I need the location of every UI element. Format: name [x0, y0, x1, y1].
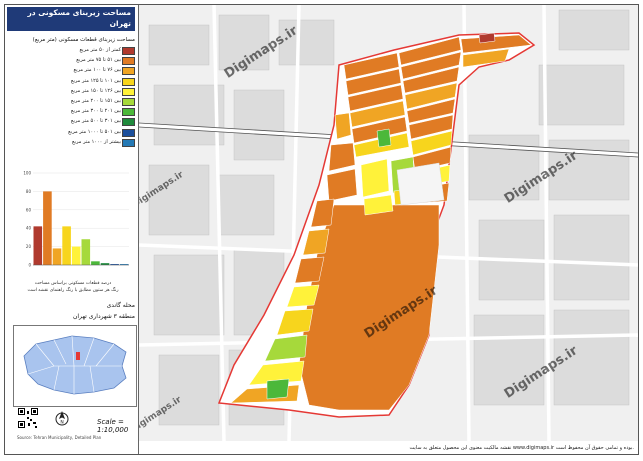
- neighborhood-label: محله گاندی: [106, 302, 135, 309]
- legend-item: بین ۷۶ تا ۱۰۰ متر مربع: [9, 65, 137, 76]
- legend-label: بین ۳۰۱ تا ۵۰۰ متر مربع: [70, 118, 121, 125]
- legend-label: بیشتر از ۱۰۰۰ متر مربع: [72, 138, 121, 145]
- histogram-bar: [52, 248, 62, 265]
- legend-item: بین ۲۰۱ تا ۳۰۰ متر مربع: [9, 106, 137, 117]
- y-tick-label: 0: [28, 263, 31, 268]
- north-arrow-icon: N: [55, 411, 69, 426]
- legend-label: بین ۱۰۱ تا ۱۲۵ متر مربع: [70, 77, 121, 84]
- histogram-bar: [71, 246, 81, 265]
- qr-code-icon: [17, 407, 39, 429]
- legend-swatch: [122, 57, 135, 66]
- legend-item: بین ۵۰۱ تا ۱۰۰۰ متر مربع: [9, 127, 137, 137]
- legend-swatch: [122, 77, 135, 86]
- locator-map-svg: [14, 326, 136, 406]
- y-tick-label: 20: [26, 244, 32, 249]
- legend-sidebar: مساحت زیربنای مسکونی در تهران براساس داد…: [5, 5, 139, 454]
- map-view[interactable]: Digimaps.ir Digimaps.ir Digimaps.ir Digi…: [139, 5, 638, 441]
- histogram-bar: [33, 226, 43, 265]
- study-area-marker: [76, 352, 80, 360]
- chart-caption-line1: درصد قطعات مسکونی براساس مساحت: [34, 281, 112, 286]
- legend-swatch: [122, 108, 135, 117]
- legend-swatch: [122, 87, 135, 96]
- svg-text:N: N: [60, 420, 63, 426]
- histogram-bar: [91, 261, 100, 265]
- legend-item: بین ۳۰۱ تا ۵۰۰ متر مربع: [9, 116, 137, 127]
- copyright-footer: نقشه مالکیت معنوی این محصول متعلق به سای…: [409, 445, 635, 451]
- y-tick-label: 60: [26, 207, 32, 212]
- legend-item: بیشتر از ۱۰۰۰ متر مربع: [9, 137, 137, 147]
- legend-item: کمتر از ۵۰ متر مربع: [9, 45, 137, 55]
- map-title: مساحت زیربنای مسکونی در تهران: [27, 8, 131, 28]
- scale-label: Scale = 1:10,000: [97, 418, 129, 434]
- legend-label: بین ۷۶ تا ۱۰۰ متر مربع: [73, 67, 121, 74]
- chart-caption: درصد قطعات مسکونی براساس مساحت رنگ هر ست…: [11, 280, 135, 294]
- legend-label: کمتر از ۵۰ متر مربع: [79, 47, 121, 53]
- legend-label: بین ۱۲۶ تا ۱۵۰ متر مربع: [70, 87, 121, 94]
- open-space: [396, 162, 445, 206]
- legend-item: بین ۵۱ تا ۷۵ متر مربع: [9, 55, 137, 66]
- y-tick-label: 100: [23, 171, 31, 176]
- legend-swatch: [122, 97, 135, 106]
- y-tick-label: 80: [26, 189, 32, 194]
- legend-swatch: [122, 128, 135, 137]
- legend: مساحت زیربنای قطعات مسکونی (متر مربع) کم…: [9, 35, 137, 147]
- legend-label: بین ۲۰۱ تا ۳۰۰ متر مربع: [70, 108, 121, 115]
- legend-label: بین ۵۱ تا ۷۵ متر مربع: [76, 57, 121, 64]
- legend-item: بین ۱۲۶ تا ۱۵۰ متر مربع: [9, 86, 137, 96]
- district-label: منطقه ۳ شهرداری تهران: [72, 313, 135, 320]
- source-credit: Source: Tehran Municipality, Detailed Pl…: [17, 435, 102, 440]
- chart-caption-line2: رنگ هر ستون مطابق با رنگ راهنمای نقشه اس…: [27, 288, 119, 293]
- legend-item: بین ۱۰۱ تا ۱۲۵ متر مربع: [9, 76, 137, 86]
- map-title-box: مساحت زیربنای مسکونی در تهران براساس داد…: [7, 7, 135, 38]
- legend-swatch: [122, 67, 135, 76]
- legend-swatch: [122, 118, 135, 127]
- histogram-bar: [81, 239, 91, 265]
- map-canvas[interactable]: [139, 5, 638, 441]
- histogram-bar: [62, 226, 71, 265]
- legend-swatch: [122, 47, 135, 55]
- locator-map: [13, 325, 137, 407]
- legend-item: بین ۱۵۱ تا ۲۰۰ متر مربع: [9, 96, 137, 106]
- histogram-svg: 100 80 60 40 20 0: [23, 171, 129, 268]
- legend-label: بین ۱۵۱ تا ۲۰۰ متر مربع: [70, 97, 121, 104]
- legend-heading: مساحت زیربنای قطعات مسکونی (متر مربع): [32, 37, 135, 43]
- legend-label: بین ۵۰۱ تا ۱۰۰۰ متر مربع: [68, 128, 121, 135]
- histogram-bar: [43, 191, 52, 265]
- y-tick-label: 40: [26, 226, 32, 231]
- legend-swatch: [122, 138, 135, 147]
